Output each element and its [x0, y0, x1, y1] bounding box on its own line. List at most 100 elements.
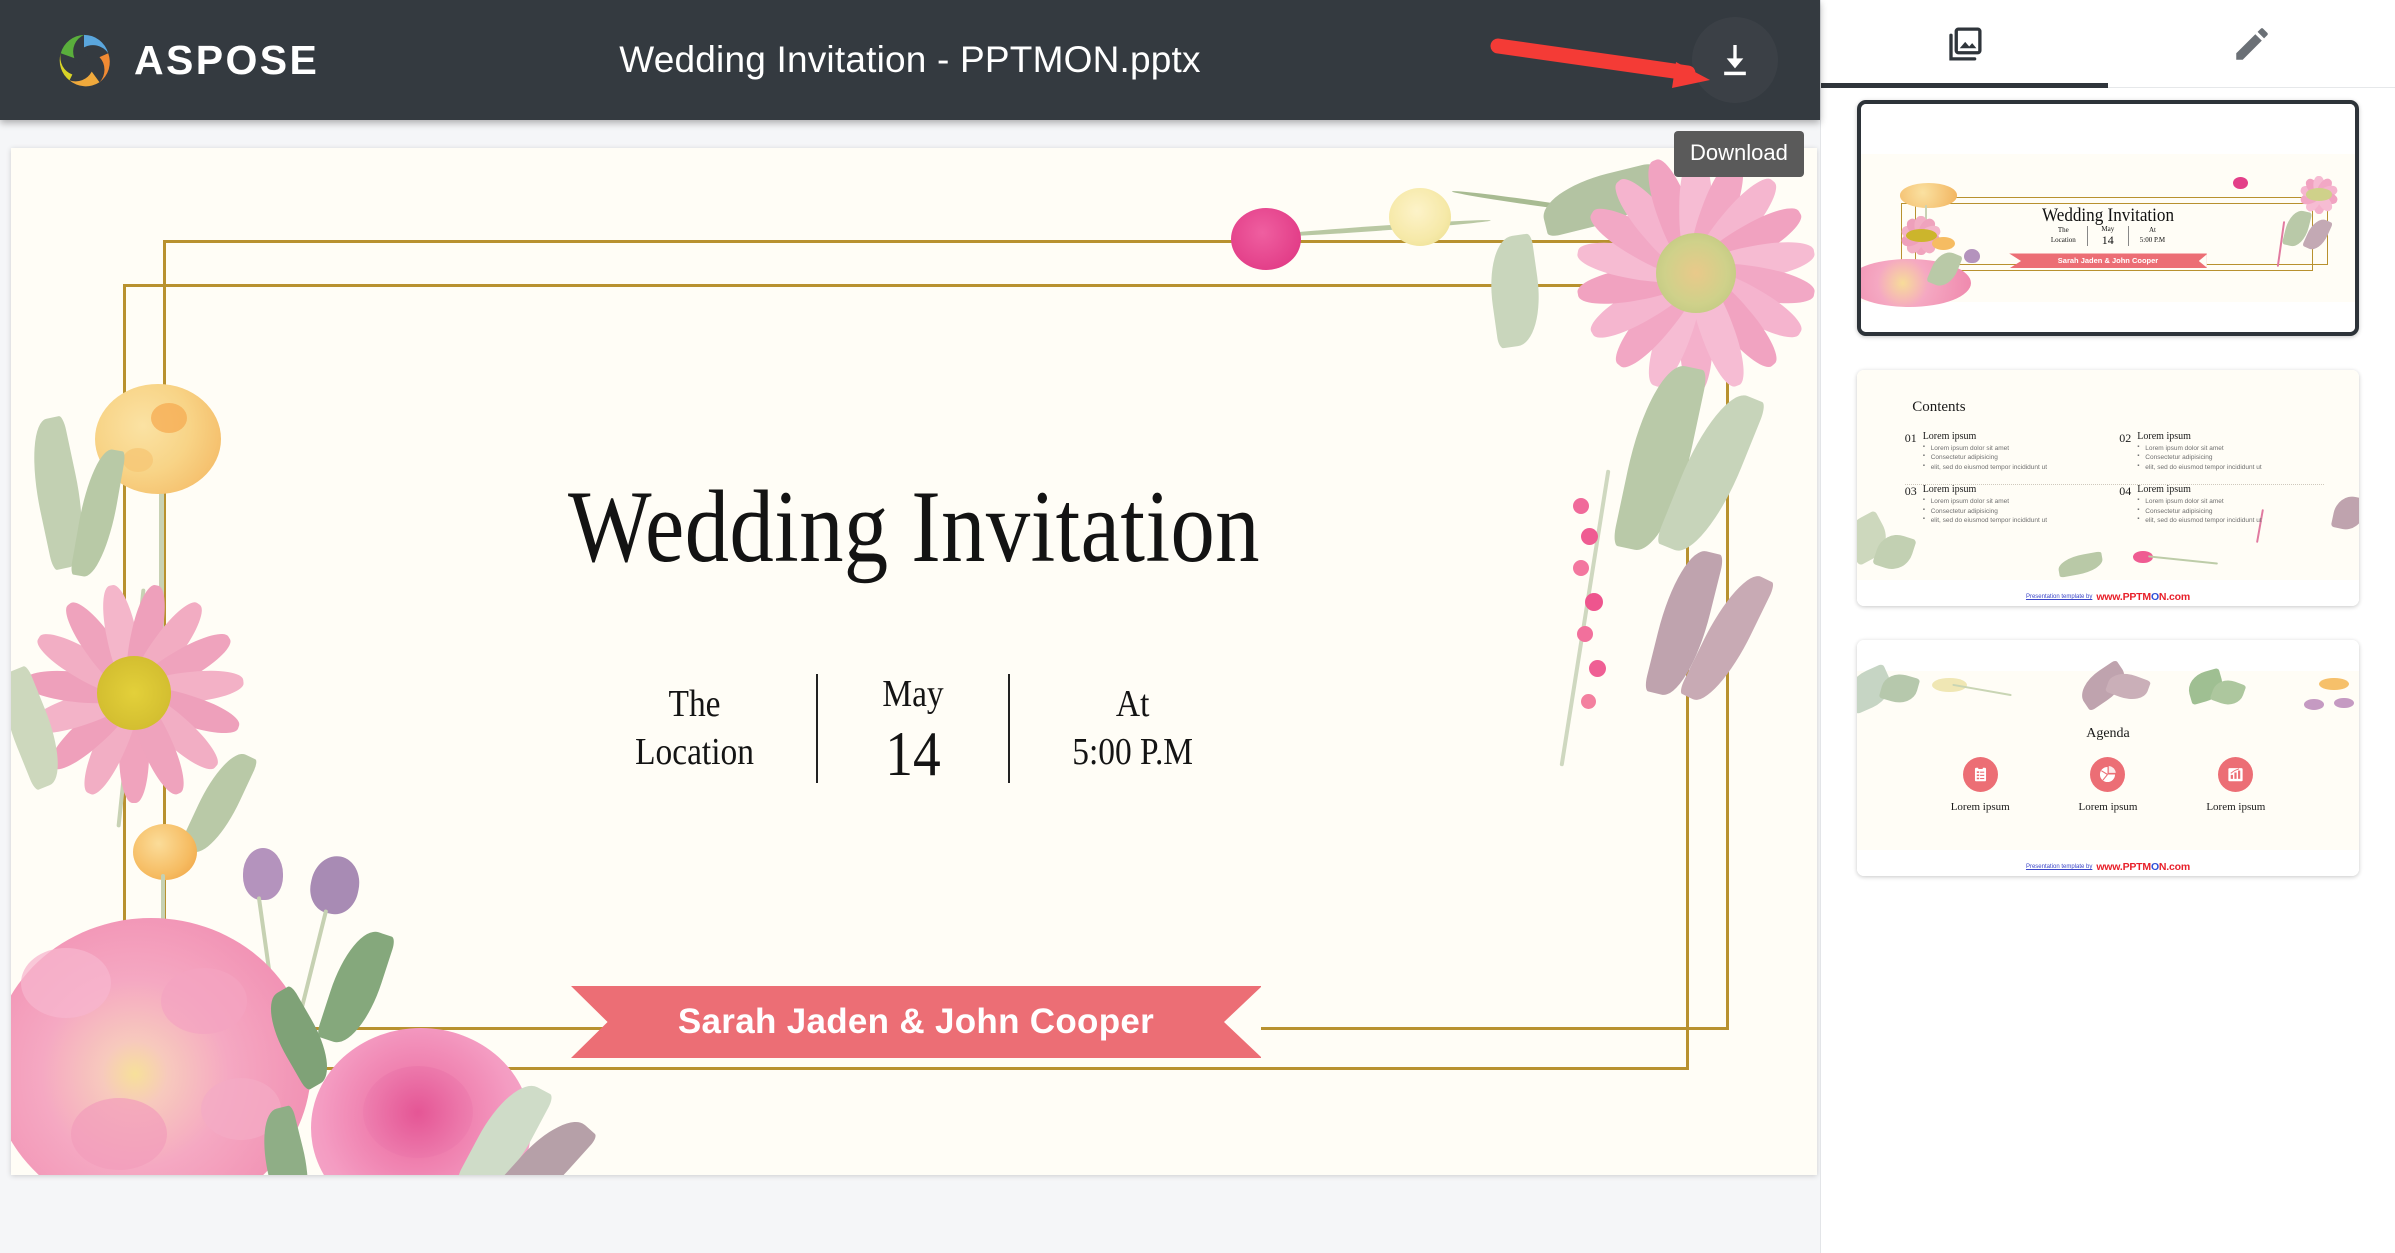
footer-brand-o: O [2150, 591, 2159, 603]
contents-item: 03 Lorem ipsum Lorem ipsum dolor sit ame… [1905, 484, 2120, 531]
item-number: 03 [1904, 484, 1917, 499]
slide-meta-time: At 5:00 P.M [1025, 670, 1241, 787]
meta-divider [1007, 674, 1010, 783]
thumb-meta-location: The Location [2040, 225, 2087, 248]
bullet: elit, sed do eiusmod tempor incididunt u… [1923, 462, 2047, 472]
item-number: 04 [2119, 484, 2132, 499]
item-bullets: Lorem ipsum dolor sit amet Consectetur a… [2137, 496, 2261, 525]
item-number: 01 [1904, 430, 1917, 445]
footer-prefix: Presentation template by [2025, 864, 2093, 870]
bullet: Consectetur adipisicing [1923, 452, 2047, 462]
footer-brand-b: N.com [2158, 591, 2191, 603]
contents-item: 04 Lorem ipsum Lorem ipsum dolor sit ame… [2119, 484, 2334, 531]
meta-bottom: 5:00 P.M [1072, 731, 1193, 774]
slide-title: Wedding Invitation [568, 470, 1260, 584]
meta-top: At [1115, 682, 1150, 725]
download-button[interactable] [1692, 17, 1778, 103]
aspose-spiral-logo-icon [53, 29, 115, 91]
thumb2-title: Contents [1912, 399, 1966, 416]
meta-bottom: 14 [2101, 232, 2114, 247]
thumb3-footer: Presentation template by www.PPTMON.com [1857, 861, 2359, 873]
slide-meta-date: May 14 [829, 670, 996, 787]
bullet: elit, sed do eiusmod tempor incididunt u… [2137, 515, 2261, 525]
footer-brand-a: www.PPTM [2096, 861, 2151, 873]
meta-top: At [2148, 226, 2156, 235]
agenda-cell: Lorem ipsum [1917, 756, 2043, 813]
sidebar-tabs [1821, 0, 2395, 88]
agenda-label: Lorem ipsum [2078, 800, 2138, 813]
slide-thumbnail-3[interactable]: Agenda Lorem ipsum Lorem ipsum Lorem ips… [1857, 640, 2359, 876]
slide-scroll-area[interactable]: Wedding Invitation The Location May 14 A… [0, 120, 1820, 1253]
top-app-bar: ASPOSE Wedding Invitation - PPTMON.pptx [0, 0, 1820, 120]
footer-brand: www.PPTMON.com [2096, 591, 2190, 603]
thumb3-cells: Lorem ipsum Lorem ipsum Lorem ipsum [1917, 756, 2299, 813]
download-tooltip: Download [1674, 131, 1804, 177]
tab-edit[interactable] [2108, 0, 2395, 87]
thumb2-items: 01 Lorem ipsum Lorem ipsum dolor sit ame… [1905, 431, 2334, 532]
agenda-cell: Lorem ipsum [2173, 756, 2299, 813]
bullet: elit, sed do eiusmod tempor incididunt u… [1923, 515, 2047, 525]
bullet: Consectetur adipisicing [2137, 452, 2261, 462]
footer-brand: www.PPTMON.com [2096, 861, 2190, 873]
slide-thumbnail-1[interactable]: Wedding Invitation The Location May 14 A… [1857, 100, 2359, 336]
thumb-meta-row: The Location May 14 At 5:00 P.M [1861, 225, 2355, 248]
bullet: Consectetur adipisicing [1923, 506, 2047, 516]
item-heading: Lorem ipsum [1922, 484, 1977, 496]
thumb-meta-date: May 14 [2088, 225, 2128, 248]
footer-brand-o: O [2150, 861, 2159, 873]
document-viewer: ASPOSE Wedding Invitation - PPTMON.pptx … [0, 0, 1820, 1253]
slides-collection-icon [1944, 23, 1986, 65]
bar-chart-icon [2218, 756, 2254, 792]
thumbnail-page: Agenda Lorem ipsum Lorem ipsum Lorem ips… [1857, 659, 2359, 851]
thumb3-title: Agenda [2086, 726, 2130, 742]
clipboard-list-icon [1962, 756, 1998, 792]
item-bullets: Lorem ipsum dolor sit amet Consectetur a… [1923, 496, 2047, 525]
footer-prefix: Presentation template by [2025, 594, 2093, 600]
slide-meta-location: The Location [587, 670, 801, 787]
agenda-label: Lorem ipsum [1950, 800, 2010, 813]
current-slide[interactable]: Wedding Invitation The Location May 14 A… [11, 148, 1817, 1175]
item-heading: Lorem ipsum [2137, 484, 2191, 496]
meta-bottom: 14 [885, 718, 941, 789]
bullet: Lorem ipsum dolor sit amet [1923, 496, 2047, 506]
bullet: elit, sed do eiusmod tempor incididunt u… [2137, 462, 2261, 472]
app-root: ASPOSE Wedding Invitation - PPTMON.pptx … [0, 0, 2395, 1253]
bullet: Lorem ipsum dolor sit amet [2137, 496, 2261, 506]
thumb-meta-time: At 5:00 P.M [2129, 225, 2176, 248]
slide-thumbnail-list[interactable]: Wedding Invitation The Location May 14 A… [1821, 88, 2395, 1253]
bullet: Lorem ipsum dolor sit amet [2137, 443, 2261, 453]
meta-bottom: Location [634, 731, 754, 774]
thumbnail-page: Contents 01 Lorem ipsum Lorem ipsum dolo… [1857, 370, 2359, 581]
thumbnail-canvas: Contents 01 Lorem ipsum Lorem ipsum dolo… [1857, 370, 2359, 606]
thumbnail-canvas: Agenda Lorem ipsum Lorem ipsum Lorem ips… [1857, 640, 2359, 876]
contents-item: 01 Lorem ipsum Lorem ipsum dolor sit ame… [1905, 431, 2120, 478]
meta-top: The [2057, 226, 2069, 235]
bullet: Consectetur adipisicing [2137, 506, 2261, 516]
thumbnail-canvas: Wedding Invitation The Location May 14 A… [1861, 104, 2355, 332]
meta-bottom: Location [2050, 235, 2076, 244]
thumbnail-page: Wedding Invitation The Location May 14 A… [1861, 154, 2355, 308]
thumb2-footer: Presentation template by www.PPTMON.com [1857, 591, 2359, 603]
slide-meta-row: The Location May 14 At 5:00 P.M [11, 670, 1817, 787]
tab-slides[interactable] [1821, 0, 2108, 88]
item-number: 02 [2119, 430, 2132, 445]
right-sidebar: Wedding Invitation The Location May 14 A… [1820, 0, 2395, 1253]
brand-name: ASPOSE [134, 36, 320, 83]
item-bullets: Lorem ipsum dolor sit amet Consectetur a… [1923, 443, 2047, 472]
pie-chart-icon [2090, 756, 2126, 792]
agenda-label: Lorem ipsum [2206, 800, 2266, 813]
download-icon [1715, 40, 1755, 80]
brand: ASPOSE [0, 29, 319, 91]
item-heading: Lorem ipsum [1922, 430, 1977, 442]
contents-item: 02 Lorem ipsum Lorem ipsum dolor sit ame… [2119, 431, 2334, 478]
meta-bottom: 5:00 P.M [2139, 235, 2166, 244]
item-bullets: Lorem ipsum dolor sit amet Consectetur a… [2137, 443, 2261, 472]
meta-top: May [882, 673, 944, 715]
footer-brand-b: N.com [2158, 861, 2191, 873]
slide-thumbnail-2[interactable]: Contents 01 Lorem ipsum Lorem ipsum dolo… [1857, 370, 2359, 606]
agenda-cell: Lorem ipsum [2045, 756, 2171, 813]
bullet: Lorem ipsum dolor sit amet [1923, 443, 2047, 453]
footer-brand-a: www.PPTM [2096, 591, 2151, 603]
meta-divider [815, 674, 818, 783]
thumb-ribbon: Sarah Jaden & John Cooper [2009, 253, 2207, 269]
